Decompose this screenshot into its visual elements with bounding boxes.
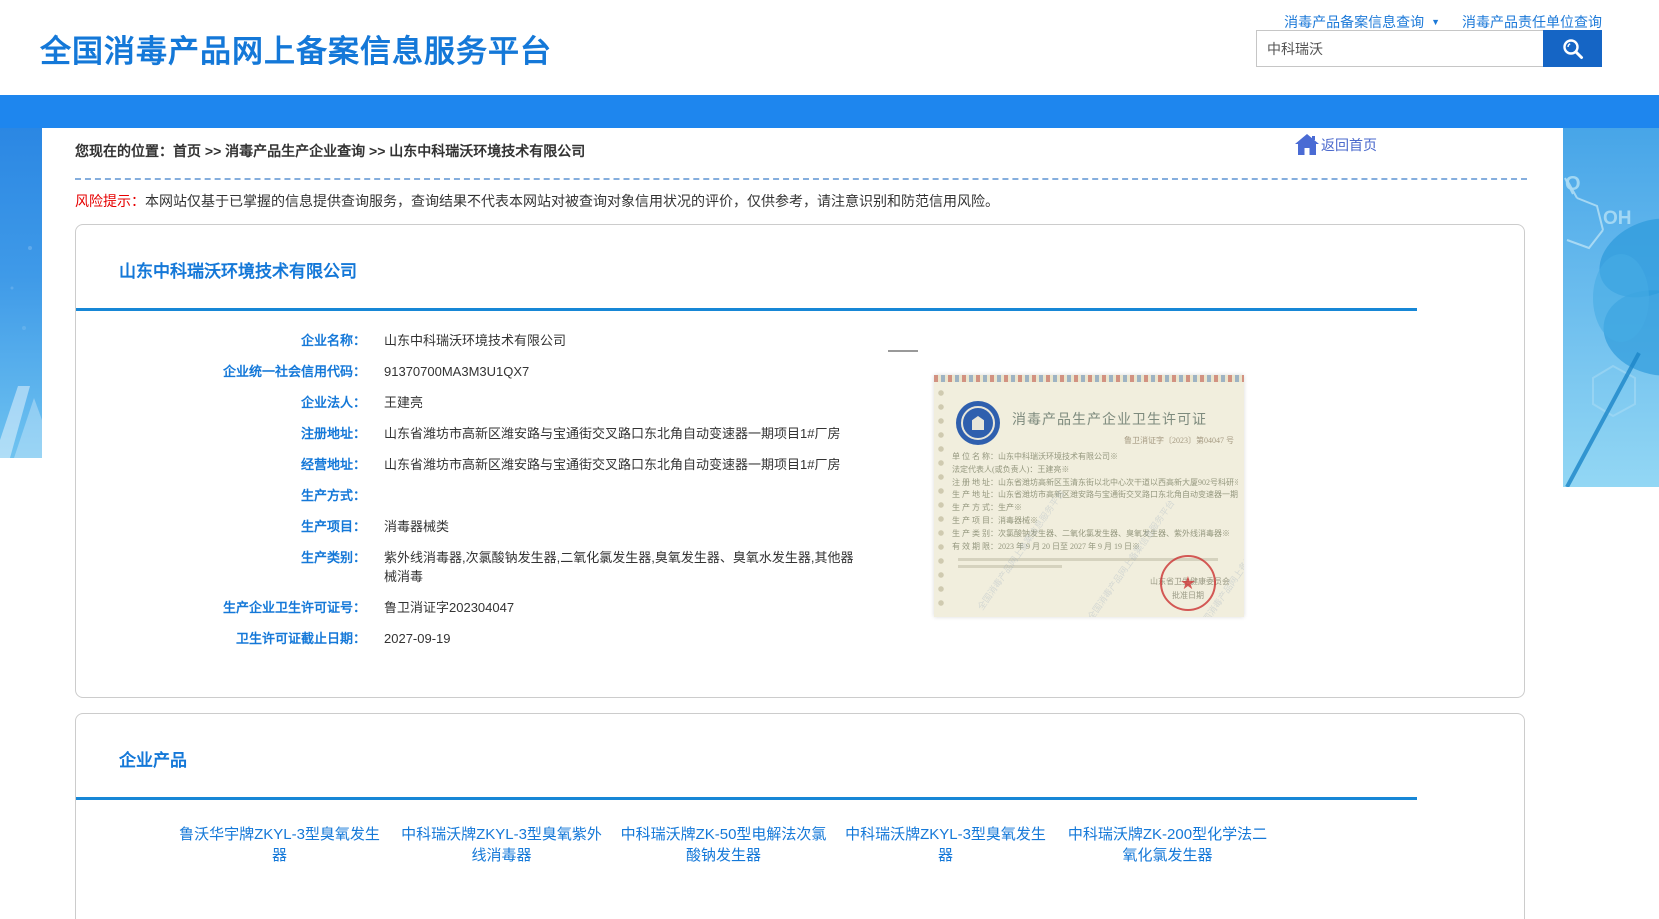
field-value: 王建亮: [384, 393, 423, 412]
risk-notice: 风险提示：本网站仅基于已掌握的信息提供查询服务，查询结果不代表本网站对被查询对象…: [75, 191, 1563, 211]
product-link[interactable]: 中科瑞沃牌ZK-200型化学法二氧化氯发生器: [1064, 824, 1271, 866]
page: 全国消毒产品网上备案信息服务平台 消毒产品备案信息查询 ▼ 消毒产品责任单位查询: [0, 0, 1659, 919]
certificate-border: [934, 375, 1244, 382]
breadcrumb-prefix: 您现在的位置：: [75, 143, 173, 159]
company-field-row: 经营地址： 山东省潍坊市高新区潍安路与宝通街交叉路口东北角自动变速器一期项目1#…: [126, 455, 1524, 474]
field-value: 消毒器械类: [384, 517, 449, 536]
nav-responsible-unit-query-label: 消毒产品责任单位查询: [1462, 12, 1602, 32]
blue-accent-bar: [0, 95, 1659, 128]
company-field-row: 企业法人： 王建亮: [126, 393, 1524, 412]
field-value: 2027-09-19: [384, 629, 451, 648]
company-field-row: 卫生许可证截止日期： 2027-09-19: [126, 629, 1524, 648]
header: 全国消毒产品网上备案信息服务平台 消毒产品备案信息查询 ▼ 消毒产品责任单位查询: [0, 0, 1659, 95]
certificate-field-line: 生 产 项 目：消毒器械※: [952, 515, 1238, 528]
field-value: 山东省潍坊市高新区潍安路与宝通街交叉路口东北角自动变速器一期项目1#厂房: [384, 424, 840, 443]
field-label: 注册地址：: [126, 424, 366, 443]
product-list: 鲁沃华宇牌ZKYL-3型臭氧发生器 中科瑞沃牌ZKYL-3型臭氧紫外线消毒器 中…: [76, 824, 1524, 882]
field-value: 山东省潍坊市高新区潍安路与宝通街交叉路口东北角自动变速器一期项目1#厂房: [384, 455, 840, 474]
certificate-field-line: 法定代表人(或负责人)：王建亮※: [952, 464, 1238, 477]
field-label: 企业统一社会信用代码：: [126, 362, 366, 381]
certificate-field-line: 单 位 名 称：山东中科瑞沃环境技术有限公司※: [952, 451, 1238, 464]
seal-star-glyph: ★: [1180, 573, 1196, 594]
field-label: 生产企业卫生许可证号：: [126, 598, 366, 617]
breadcrumb-trail[interactable]: 首页 >> 消毒产品生产企业查询 >> 山东中科瑞沃环境技术有限公司: [173, 143, 585, 159]
svg-text:OH: OH: [1603, 208, 1632, 229]
products-card: 企业产品 鲁沃华宇牌ZKYL-3型臭氧发生器 中科瑞沃牌ZKYL-3型臭氧紫外线…: [75, 713, 1525, 919]
certificate-binding-holes: [937, 387, 945, 607]
company-title: 山东中科瑞沃环境技术有限公司: [76, 225, 1524, 282]
company-field-row: 生产企业卫生许可证号： 鲁卫消证字202304047: [126, 598, 1524, 617]
certificate-field-line: 生 产 方 式：生产※: [952, 502, 1238, 515]
red-seal-icon: ★: [1160, 555, 1216, 611]
nav-record-info-query-label: 消毒产品备案信息查询: [1284, 12, 1424, 32]
product-link[interactable]: 中科瑞沃牌ZKYL-3型臭氧发生器: [842, 824, 1049, 866]
company-fields: 企业名称： 山东中科瑞沃环境技术有限公司 企业统一社会信用代码： 9137070…: [76, 331, 1524, 648]
risk-notice-text: 本网站仅基于已掌握的信息提供查询服务，查询结果不代表本网站对被查询对象信用状况的…: [145, 193, 999, 209]
certificate-field-line: 注 册 地 址：山东省潍坊高新区玉清东街以北中心次干道以西高新大厦902号科研※: [952, 477, 1238, 490]
field-value: 91370700MA3M3U1QX7: [384, 362, 529, 381]
search-bar: [1256, 30, 1602, 67]
hygiene-license-certificate-image: 消毒产品生产企业卫生许可证 鲁卫消证字〔2023〕第04047 号 单 位 名 …: [934, 375, 1244, 617]
dashed-divider: [75, 178, 1527, 180]
top-nav: 消毒产品备案信息查询 ▼ 消毒产品责任单位查询: [1284, 12, 1602, 32]
risk-notice-label: 风险提示：: [75, 193, 145, 209]
field-value: 山东中科瑞沃环境技术有限公司: [384, 331, 566, 350]
certificate-field-line: 有 效 期 限：2023 年 9 月 20 日至 2027 年 9 月 19 日…: [952, 541, 1238, 554]
field-value: 紫外线消毒器,次氯酸钠发生器,二氧化氯发生器,臭氧发生器、臭氧水发生器,其他器械…: [384, 548, 854, 586]
field-label: 生产项目：: [126, 517, 366, 536]
field-label: 企业法人：: [126, 393, 366, 412]
certificate-field-line: 生 产 类 别：次氯酸钠发生器、二氧化氯发生器、臭氧发生器、紫外线消毒器※: [952, 528, 1238, 541]
card-title-underline: [76, 797, 1417, 800]
company-field-row: 生产方式：: [126, 486, 1524, 505]
product-link[interactable]: 中科瑞沃牌ZK-50型电解法次氯酸钠发生器: [620, 824, 827, 866]
field-label: 企业名称：: [126, 331, 366, 350]
company-field-row: 生产类别： 紫外线消毒器,次氯酸钠发生器,二氧化氯发生器,臭氧发生器、臭氧水发生…: [126, 548, 1524, 586]
banner-background-right: O OH: [1563, 128, 1659, 487]
certificate-title: 消毒产品生产企业卫生许可证: [1012, 409, 1207, 429]
certificate-number: 鲁卫消证字〔2023〕第04047 号: [1124, 435, 1234, 446]
field-label: 卫生许可证截止日期：: [126, 629, 366, 648]
field-value: 鲁卫消证字202304047: [384, 598, 514, 617]
card-title-underline: [76, 308, 1417, 311]
company-field-row: 注册地址： 山东省潍坊市高新区潍安路与宝通街交叉路口东北角自动变速器一期项目1#…: [126, 424, 1524, 443]
site-title: 全国消毒产品网上备案信息服务平台: [40, 26, 552, 71]
national-emblem-icon: [956, 401, 1000, 445]
svg-text:O: O: [1565, 173, 1581, 195]
dash-mark: [888, 350, 918, 352]
company-card: 山东中科瑞沃环境技术有限公司 企业名称： 山东中科瑞沃环境技术有限公司 企业统一…: [75, 224, 1525, 698]
search-input[interactable]: [1256, 30, 1543, 67]
company-field-row: 生产项目： 消毒器械类: [126, 517, 1524, 536]
certificate-fields: 单 位 名 称：山东中科瑞沃环境技术有限公司※ 法定代表人(或负责人)：王建亮※…: [952, 451, 1238, 553]
back-home-label: 返回首页: [1321, 135, 1377, 155]
product-link[interactable]: 鲁沃华宇牌ZKYL-3型臭氧发生器: [176, 824, 383, 866]
product-link[interactable]: 中科瑞沃牌ZKYL-3型臭氧紫外线消毒器: [398, 824, 605, 866]
company-field-row: 企业名称： 山东中科瑞沃环境技术有限公司: [126, 331, 1524, 350]
field-label: 经营地址：: [126, 455, 366, 474]
banner-background-left: [0, 128, 42, 458]
field-label: 生产类别：: [126, 548, 366, 586]
search-icon: [1560, 36, 1586, 62]
field-label: 生产方式：: [126, 486, 366, 505]
home-icon: [1295, 134, 1319, 155]
chevron-down-icon: ▼: [1431, 17, 1440, 27]
nav-record-info-query[interactable]: 消毒产品备案信息查询 ▼: [1284, 12, 1440, 32]
company-field-row: 企业统一社会信用代码： 91370700MA3M3U1QX7: [126, 362, 1524, 381]
certificate-field-line: 生 产 地 址：山东省潍坊市高新区潍安路与宝通街交叉路口东北角自动变速器一期项目…: [952, 489, 1238, 502]
main-content: 您现在的位置：首页 >> 消毒产品生产企业查询 >> 山东中科瑞沃环境技术有限公…: [42, 128, 1563, 919]
back-home-link[interactable]: 返回首页: [1295, 134, 1377, 155]
search-button[interactable]: [1543, 30, 1602, 67]
products-title: 企业产品: [76, 714, 1524, 771]
nav-responsible-unit-query[interactable]: 消毒产品责任单位查询: [1462, 12, 1602, 32]
